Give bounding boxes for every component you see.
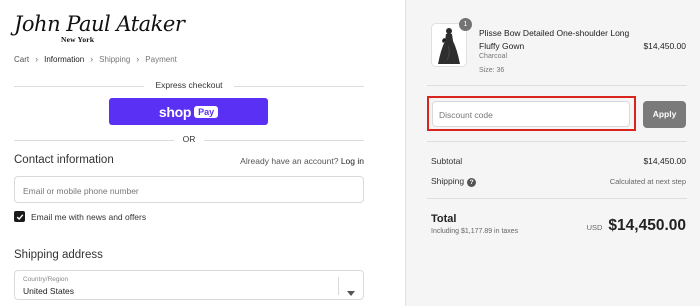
shipping-row: Shipping?	[431, 176, 477, 187]
country-value: United States	[23, 286, 75, 296]
login-link[interactable]: Log in	[341, 156, 364, 166]
email-field[interactable]: Email or mobile phone number	[14, 176, 364, 203]
shipping-section-title: Shipping address	[14, 249, 103, 261]
divider	[427, 85, 687, 86]
account-prompt: Already have an account? Log in	[240, 156, 364, 166]
shop-pay-wordmark: shop	[158, 103, 192, 120]
product-color: Charcoal	[479, 53, 508, 60]
newsletter-checkbox[interactable]	[14, 211, 25, 222]
product-price: $14,450.00	[643, 41, 686, 51]
checkout-form-panel: John Paul Ataker New York Cart › Informa…	[0, 0, 405, 306]
product-size: Size: 36	[479, 67, 505, 74]
breadcrumb-shipping: Shipping	[99, 54, 131, 64]
subtotal-label: Subtotal	[431, 156, 463, 166]
currency-code: USD	[586, 223, 603, 232]
chevron-right-icon: ›	[136, 54, 140, 64]
breadcrumb-payment: Payment	[145, 54, 177, 64]
checkmark-icon	[16, 213, 23, 220]
apply-discount-button[interactable]: Apply	[643, 101, 686, 128]
discount-code-input[interactable]: Discount code	[432, 101, 630, 127]
help-icon[interactable]: ?	[467, 178, 477, 187]
chevron-right-icon: ›	[90, 54, 94, 64]
quantity-badge: 1	[459, 18, 472, 31]
taxes-note: Including $1,177.89 in taxes	[431, 228, 519, 235]
discount-placeholder: Discount code	[439, 110, 493, 120]
newsletter-label: Email me with news and offers	[31, 211, 147, 222]
shop-pay-badge: Pay	[194, 105, 219, 118]
total-value: $14,450.00	[608, 217, 686, 234]
divider	[427, 198, 687, 199]
subtotal-value: $14,450.00	[643, 156, 686, 166]
newsletter-option[interactable]: Email me with news and offers	[14, 211, 146, 222]
account-prompt-text: Already have an account?	[240, 156, 339, 166]
product-name: Plisse Bow Detailed One-shoulder Long Fl…	[479, 28, 630, 51]
email-placeholder: Email or mobile phone number	[23, 186, 139, 196]
product-thumbnail: 1	[431, 18, 472, 67]
or-separator: OR	[14, 133, 364, 147]
total-label: Total	[431, 213, 457, 225]
breadcrumb-information: Information	[44, 54, 85, 64]
shipping-value: Calculated at next step	[609, 177, 686, 186]
breadcrumb: Cart › Information › Shipping › Payment	[14, 54, 177, 64]
brand-logo[interactable]: John Paul Ataker New York	[14, 12, 185, 44]
brand-name: John Paul Ataker	[14, 12, 185, 36]
brand-location: New York	[61, 35, 95, 44]
breadcrumb-cart[interactable]: Cart	[14, 55, 29, 64]
shipping-label: Shipping	[431, 176, 465, 186]
divider	[427, 141, 687, 142]
contact-section-title: Contact information	[14, 154, 114, 166]
total-amount: USD $14,450.00	[587, 217, 686, 235]
divider	[338, 277, 339, 295]
express-checkout-title: Express checkout	[14, 80, 364, 90]
chevron-right-icon: ›	[35, 54, 39, 64]
or-label: OR	[182, 134, 196, 144]
chevron-down-icon	[347, 283, 355, 301]
country-select[interactable]: Country/Region United States	[14, 270, 364, 300]
gown-image	[438, 28, 460, 64]
country-label: Country/Region	[23, 276, 69, 283]
shop-pay-button[interactable]: shop Pay	[109, 98, 268, 125]
